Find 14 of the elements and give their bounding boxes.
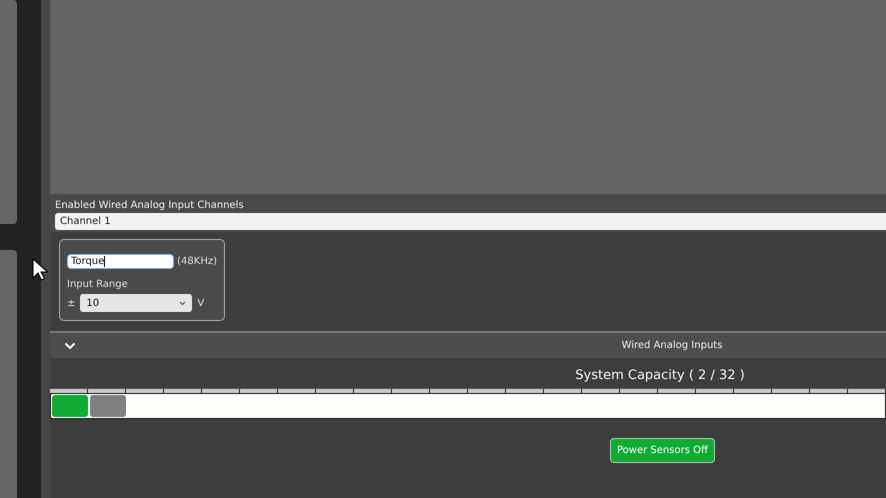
- plus-minus: ±: [67, 298, 76, 308]
- chevron-down-icon: [64, 342, 76, 350]
- section-title: Wired Analog Inputs: [620, 340, 724, 351]
- range-select[interactable]: 10: [80, 294, 192, 312]
- capacity-title: System Capacity ( 2 / 32 ): [574, 368, 746, 383]
- section-header[interactable]: Wired Analog Inputs: [50, 331, 886, 358]
- name-field[interactable]: Torque: [67, 254, 174, 269]
- input-range-label: Input Range: [67, 279, 129, 290]
- chevron-down-icon: [179, 300, 186, 306]
- unit-label: V: [197, 298, 204, 308]
- channel-select[interactable]: Channel 1: [55, 213, 886, 230]
- sample-rate: (48KHz): [177, 256, 217, 267]
- mouse-cursor-icon: [32, 258, 48, 282]
- channels-label: Enabled Wired Analog Input Channels: [55, 200, 245, 211]
